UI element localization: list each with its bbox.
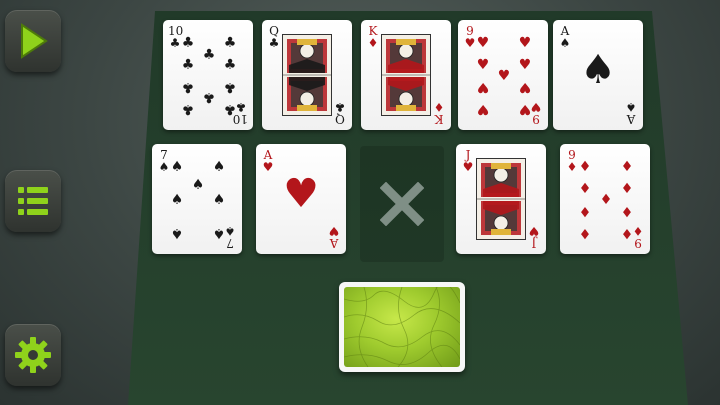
card-pip: ♥ <box>518 35 532 51</box>
card-suit: ♣ <box>169 36 181 50</box>
card-pip: ♦ <box>620 225 634 241</box>
x-mark-icon <box>380 182 424 226</box>
card-suit: ♥ <box>462 160 474 174</box>
card-suit: ♥ <box>464 36 476 50</box>
card-pip: ♦ <box>620 181 634 197</box>
card-pip: ♣ <box>223 101 237 117</box>
settings-button[interactable] <box>5 324 61 386</box>
card-pip: ♥ <box>518 101 532 117</box>
card-suit: ♥ <box>528 224 540 238</box>
card-corner-index: J ♥ <box>461 149 475 173</box>
menu-icon <box>18 187 48 215</box>
card-Q-♣[interactable]: Q ♣ Q ♣ <box>262 20 352 130</box>
card-pip: ♣ <box>223 35 237 51</box>
card-J-♥[interactable]: J ♥ J ♥ <box>456 144 546 254</box>
card-pips: ♠ ♠ ♠ ♠ ♠ ♠ ♠ <box>170 159 226 241</box>
card-suit: ♠ <box>559 36 571 50</box>
card-corner-index: J ♥ <box>527 224 541 250</box>
card-pip: ♣ <box>181 57 195 73</box>
card-corner-index: Q ♣ <box>333 100 347 126</box>
card-corner-index: A ♥ <box>261 149 275 173</box>
card-corner-index: 9 ♥ <box>463 25 477 49</box>
card-7-♠[interactable]: 7 ♠ 7 ♠ ♠ ♠ ♠ ♠ ♠ ♠ ♠ <box>152 144 242 254</box>
card-9-♦[interactable]: 9 ♦ 9 ♦ ♦ ♦ ♦ ♦ ♦ ♦ ♦ ♦ ♦ <box>560 144 650 254</box>
card-suit: ♠ <box>625 100 637 114</box>
card-back-pattern <box>344 287 460 367</box>
menu-button[interactable] <box>5 170 61 232</box>
card-K-♦[interactable]: K ♦ K ♦ <box>361 20 451 130</box>
card-suit: ♦ <box>367 36 379 50</box>
card-A-♥[interactable]: A ♥ A ♥ ♥ <box>256 144 346 254</box>
card-pip: ♣ <box>181 79 195 95</box>
card-rank: J <box>531 236 537 250</box>
card-pip: ♠ <box>191 177 205 193</box>
card-9-♥[interactable]: 9 ♥ 9 ♥ ♥ ♥ ♥ ♥ ♥ ♥ ♥ ♥ ♥ <box>458 20 548 130</box>
card-pip: ♣ <box>181 35 195 51</box>
card-pips: ♣ ♣ ♣ ♣ ♣ ♣ ♣ ♣ ♣ ♣ <box>181 35 237 117</box>
play-icon <box>21 23 48 59</box>
face-card-portrait <box>381 34 431 116</box>
card-corner-index: A ♠ <box>558 25 572 49</box>
card-pip: ♣ <box>202 89 216 105</box>
card-pip: ♦ <box>578 203 592 219</box>
card-rank: 9 <box>634 236 642 250</box>
card-suit: ♣ <box>268 36 280 50</box>
card-pip: ♦ <box>578 159 592 175</box>
card-pip: ♥ <box>518 57 532 73</box>
card-pip: ♥ <box>476 79 490 95</box>
card-corner-index: 9 ♦ <box>565 149 579 173</box>
card-corner-index: K ♦ <box>366 25 380 49</box>
card-pip: ♥ <box>497 68 511 84</box>
card-pips: ♦ ♦ ♦ ♦ ♦ ♦ ♦ ♦ ♦ <box>578 159 634 241</box>
card-10-♣[interactable]: 10 ♣ 10 ♣ ♣ ♣ ♣ ♣ ♣ ♣ ♣ ♣ ♣ ♣ <box>163 20 253 130</box>
card-pip: ♦ <box>620 159 634 175</box>
card-pip: ♥ <box>476 35 490 51</box>
card-pip: ♣ <box>223 79 237 95</box>
card-rank: Q <box>335 112 345 126</box>
card-pip: ♣ <box>202 47 216 63</box>
play-button[interactable] <box>5 10 61 72</box>
card-pip: ♥ <box>518 79 532 95</box>
card-pip: ♠ <box>170 225 184 241</box>
card-pip: ♥ <box>476 57 490 73</box>
card-pip: ♠ <box>170 192 184 208</box>
card-corner-index: Q ♣ <box>267 25 281 49</box>
card-corner-index: 7 ♠ <box>157 149 171 173</box>
card-pip: ♠ <box>212 159 226 175</box>
card-pip: ♠ <box>170 159 184 175</box>
card-pip: ♦ <box>620 203 634 219</box>
face-card-portrait <box>476 158 526 240</box>
card-pip: ♣ <box>223 57 237 73</box>
card-rank: A <box>626 112 636 126</box>
card-suit: ♦ <box>566 160 578 174</box>
card-suit: ♠ <box>158 160 170 174</box>
card-back <box>344 287 460 367</box>
card-A-♠[interactable]: A ♠ A ♠ ♠ <box>553 20 643 130</box>
card-rank: 9 <box>532 112 540 126</box>
card-pip: ♦ <box>599 192 613 208</box>
card-corner-index: K ♦ <box>432 100 446 126</box>
card-rank: 7 <box>226 236 234 250</box>
card-rank: A <box>329 236 339 250</box>
card-pip: ♠ <box>212 192 226 208</box>
face-card-portrait <box>282 34 332 116</box>
card-pip: ♦ <box>578 225 592 241</box>
card-suit: ♥ <box>328 224 340 238</box>
card-corner-index: A ♥ <box>327 224 341 250</box>
card-suit: ♥ <box>262 160 274 174</box>
card-suit: ♣ <box>334 100 346 114</box>
card-pips: ♥ ♥ ♥ ♥ ♥ ♥ ♥ ♥ ♥ <box>476 35 532 117</box>
card-pip: ♠ <box>212 225 226 241</box>
card-pip: ♦ <box>578 181 592 197</box>
card-pip: ♣ <box>181 101 195 117</box>
card-suit: ♦ <box>433 100 445 114</box>
gear-icon <box>15 337 51 373</box>
card-pip: ♥ <box>476 101 490 117</box>
empty-card-slot[interactable] <box>360 146 444 262</box>
draw-pile[interactable] <box>339 282 465 372</box>
card-corner-index: 10 ♣ <box>168 25 183 50</box>
card-rank: K <box>434 112 444 126</box>
card-corner-index: A ♠ <box>624 100 638 126</box>
